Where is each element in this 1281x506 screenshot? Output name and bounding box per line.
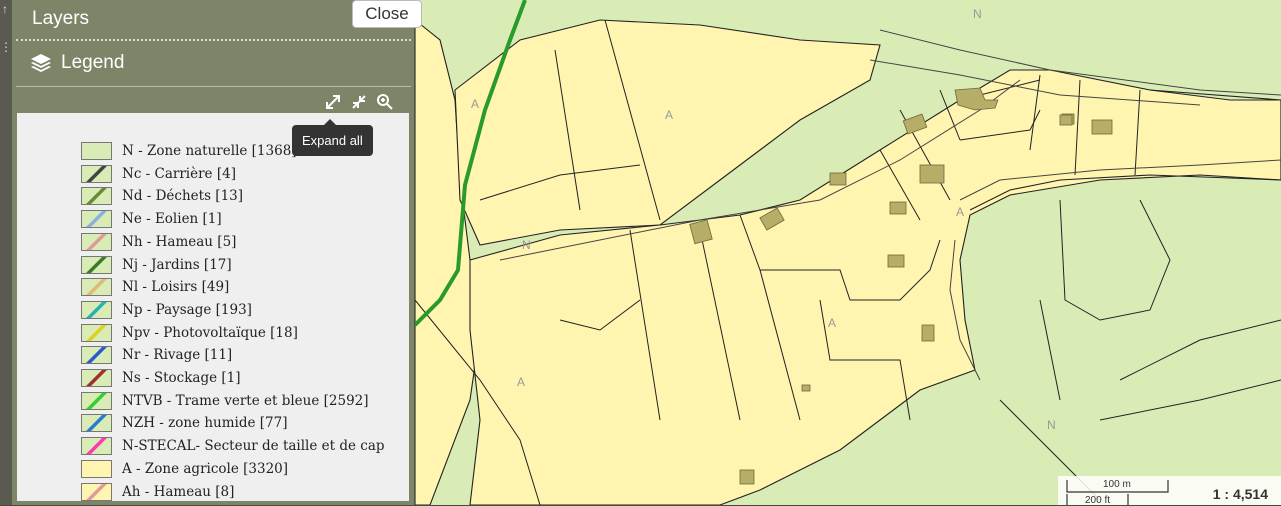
legend-swatch — [81, 482, 112, 501]
legend-label: Nh - Hameau [5] — [122, 233, 237, 250]
legend-label: Nj - Jardins [17] — [122, 256, 232, 273]
map-zone-label: A — [471, 97, 480, 111]
legend-label: Np - Paysage [193] — [122, 301, 252, 318]
legend-item[interactable]: Nh - Hameau [5] — [81, 232, 237, 251]
map-zone-label: N — [522, 238, 531, 252]
legend-item[interactable]: Nc - Carrière [4] — [81, 164, 236, 183]
divider — [16, 39, 411, 41]
legend-item[interactable]: Ne - Eolien [1] — [81, 210, 222, 229]
legend-label: Npv - Photovoltaïque [18] — [122, 324, 298, 341]
legend-item[interactable]: Ns - Stockage [1] — [81, 369, 241, 387]
close-button[interactable]: Close — [352, 0, 422, 28]
legend-item[interactable]: Ah - Hameau [8] — [81, 482, 235, 501]
legend-title: Legend — [61, 52, 125, 73]
legend-item[interactable]: Nl - Loisirs [49] — [81, 278, 230, 297]
map-zone-label: A — [828, 316, 837, 330]
legend-swatch — [81, 210, 112, 229]
legend-label: Nc - Carrière [4] — [122, 165, 236, 182]
divider — [16, 86, 411, 87]
legend-label: Ah - Hameau [8] — [122, 483, 235, 500]
layers-panel: Layers Close Legend N - Zone naturelle [… — [12, 0, 422, 505]
legend-item[interactable]: N-STECAL- Secteur de taille et de cap — [81, 437, 385, 456]
legend-label: A - Zone agricole [3320] — [122, 460, 289, 477]
legend-swatch — [81, 323, 112, 342]
map-zone-label: A — [665, 108, 674, 122]
legend-swatch — [81, 300, 112, 319]
scale-ratio: 1 : 4,514 — [1212, 486, 1268, 502]
legend-swatch — [81, 437, 112, 456]
legend-swatch — [81, 369, 112, 387]
legend-item[interactable]: A - Zone agricole [3320] — [81, 459, 289, 478]
legend-swatch — [81, 414, 112, 433]
scale-bar: 100 m 200 ft 1 : 4,514 — [1058, 476, 1281, 506]
legend-label: Ne - Eolien [1] — [122, 211, 222, 228]
left-toolbar: ↑ ⋮ — [0, 0, 12, 505]
map-zone-label: A — [517, 375, 526, 389]
legend-item[interactable]: Nj - Jardins [17] — [81, 255, 232, 274]
collapse-all-icon[interactable] — [350, 93, 368, 111]
legend-item[interactable]: Nr - Rivage [11] — [81, 346, 233, 365]
panel-title: Layers — [32, 8, 90, 29]
legend-item[interactable]: Np - Paysage [193] — [81, 300, 252, 319]
zoom-to-layer-icon[interactable] — [376, 93, 394, 111]
layers-icon — [31, 54, 51, 72]
legend-header[interactable]: Legend — [30, 52, 124, 74]
legend-swatch — [81, 459, 112, 478]
legend-swatch — [81, 142, 112, 160]
tooltip: Expand all — [292, 119, 373, 156]
legend-label: NZH - zone humide [77] — [122, 415, 288, 432]
legend-label: NTVB - Trame verte et bleue [2592] — [122, 392, 369, 409]
legend-label: N - Zone naturelle [1368] — [122, 143, 297, 159]
map-zone-label: A — [956, 205, 965, 219]
up-arrow-icon[interactable]: ↑ — [0, 2, 10, 16]
legend-swatch — [81, 187, 112, 206]
legend-swatch — [81, 278, 112, 297]
legend-item[interactable]: Nd - Déchets [13] — [81, 187, 244, 206]
scale-metric: 100 m — [1103, 479, 1131, 490]
map-zone-label: N — [1047, 418, 1056, 432]
handle-icon[interactable]: ⋮ — [0, 40, 12, 54]
legend-swatch — [81, 255, 112, 274]
legend-item[interactable]: NTVB - Trame verte et bleue [2592] — [81, 391, 369, 410]
legend-item[interactable]: N - Zone naturelle [1368] — [81, 142, 297, 160]
scale-imperial: 200 ft — [1085, 495, 1111, 506]
legend-item[interactable]: NZH - zone humide [77] — [81, 414, 288, 433]
map-zone-label: N — [973, 7, 982, 21]
legend-label: Nr - Rivage [11] — [122, 347, 233, 364]
expand-all-icon[interactable] — [324, 93, 342, 111]
legend-label: Ns - Stockage [1] — [122, 370, 241, 386]
legend-label: Nl - Loisirs [49] — [122, 279, 230, 296]
legend-swatch — [81, 232, 112, 251]
legend-label: Nd - Déchets [13] — [122, 188, 244, 205]
legend-list[interactable]: N - Zone naturelle [1368] Nc - Carrière [… — [17, 113, 409, 501]
legend-swatch — [81, 164, 112, 183]
legend-label: N-STECAL- Secteur de taille et de cap — [122, 438, 385, 455]
legend-swatch — [81, 346, 112, 365]
legend-item[interactable]: Npv - Photovoltaïque [18] — [81, 323, 298, 342]
legend-swatch — [81, 391, 112, 410]
